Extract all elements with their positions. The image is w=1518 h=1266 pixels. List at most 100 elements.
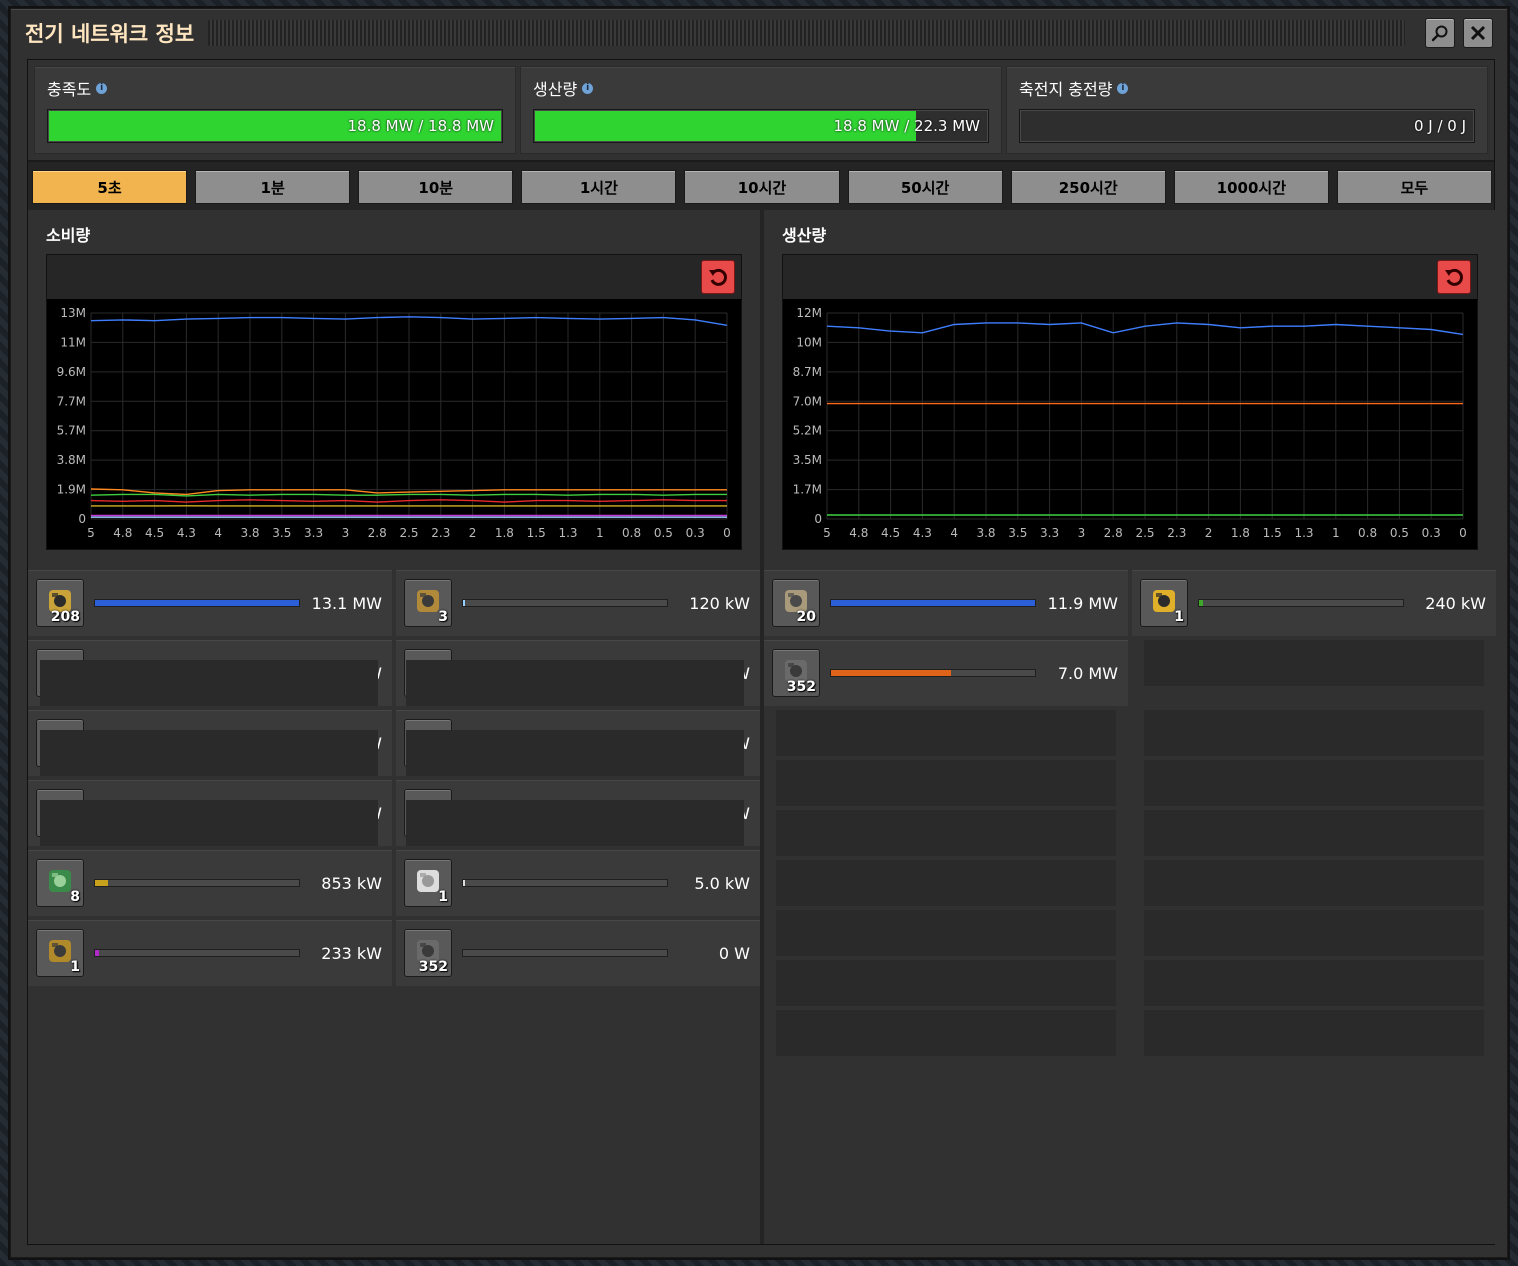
production-plot[interactable]: 5 4.8 4.5 4.3 4 3.8 3.5 3.3 3 2.8 2.5 2.3 2 1.8 1.5 1.3… — [783, 299, 1477, 549]
x-tick-label: 4 — [214, 526, 222, 540]
reset-zoom-button[interactable] — [701, 260, 735, 294]
entity-count: 1 — [1174, 609, 1184, 625]
y-tick-label: 13M — [60, 306, 86, 320]
network-summary: 충족도 i 18.8 MW / 18.8 MW 생산량 i 18.8 MW / 22… — [28, 60, 1494, 162]
y-tick-label: 11M — [60, 335, 86, 349]
y-tick-label: 3.5M — [793, 453, 822, 467]
usage-bar-fill — [95, 880, 109, 886]
entity-count: 3 — [438, 609, 448, 625]
y-tick-label: 3.8M — [57, 453, 86, 467]
info-icon[interactable]: i — [582, 82, 594, 94]
satisfaction-value: 18.8 MW / 18.8 MW — [347, 117, 494, 135]
x-tick-label: 0.3 — [1422, 526, 1441, 540]
drag-handle[interactable] — [208, 20, 1405, 46]
x-tick-label: 1.5 — [527, 526, 546, 540]
reset-icon — [1445, 268, 1463, 286]
list-item[interactable]: 352 7.0 MW — [764, 640, 1128, 706]
tab-time-range[interactable]: 1분 — [195, 170, 351, 204]
usage-bar — [1198, 599, 1404, 607]
x-tick-label: 3 — [342, 526, 350, 540]
tab-time-range[interactable]: 10시간 — [684, 170, 840, 204]
usage-bar-fill — [463, 880, 466, 886]
y-tick-label: 1.9M — [57, 483, 86, 497]
empty-slot — [776, 810, 1116, 856]
reset-icon — [709, 268, 727, 286]
empty-slot — [40, 730, 378, 776]
consumption-title: 소비량 — [46, 226, 91, 245]
empty-slot — [1144, 860, 1484, 906]
plot-background — [783, 299, 1477, 549]
power-value: 5.0 kW — [694, 873, 750, 893]
x-tick-label: 2.3 — [1167, 526, 1186, 540]
list-item[interactable]: 208 13.1 MW — [28, 570, 392, 636]
x-tick-label: 3 — [1078, 526, 1086, 540]
x-tick-label: 0 — [723, 526, 731, 540]
production-label: 생산량 — [533, 80, 578, 99]
x-tick-label: 0.3 — [686, 526, 705, 540]
x-tick-label: 0.5 — [654, 526, 673, 540]
production-panel: 생산량 5 4.8 4.5 4.3 4 3.8 3.5 3.3 3 2.8 2.5 2.3 2 1.8 1.… — [764, 210, 1496, 1244]
power-value: 240 kW — [1425, 593, 1486, 613]
info-icon[interactable]: i — [96, 82, 108, 94]
satisfaction-bar: 18.8 MW / 18.8 MW — [47, 109, 503, 143]
search-button[interactable] — [1425, 18, 1455, 48]
list-item[interactable]: 352 0 W — [396, 920, 760, 986]
power-value: 7.0 MW — [1057, 663, 1118, 683]
x-tick-label: 1.8 — [495, 526, 514, 540]
x-tick-label: 2 — [469, 526, 477, 540]
empty-slot — [776, 860, 1116, 906]
tab-time-range[interactable]: 1000시간 — [1173, 170, 1329, 204]
x-tick-label: 4.8 — [849, 526, 868, 540]
info-icon[interactable]: i — [1117, 82, 1129, 94]
entity-icon-slot: 1 — [1140, 579, 1188, 627]
y-tick-label: 10M — [796, 335, 822, 349]
satisfaction-card: 충족도 i 18.8 MW / 18.8 MW — [34, 66, 516, 154]
title-bar[interactable]: 전기 네트워크 정보 — [11, 9, 1507, 57]
empty-slot — [40, 660, 378, 706]
x-tick-label: 0.8 — [622, 526, 641, 540]
power-value: 0 W — [718, 943, 750, 963]
empty-slot — [1144, 640, 1484, 686]
empty-slots — [28, 640, 390, 870]
search-icon — [1431, 25, 1448, 42]
accumulator-card: 축전지 충전량 i 0 J / 0 J — [1006, 66, 1488, 154]
y-tick-label: 7.0M — [793, 394, 822, 408]
tab-time-range[interactable]: 250시간 — [1010, 170, 1166, 204]
x-tick-label: 1 — [596, 526, 604, 540]
tab-time-range[interactable]: 1시간 — [521, 170, 677, 204]
entity-count: 20 — [796, 609, 816, 625]
usage-bar-fill — [831, 600, 1035, 606]
tab-time-range[interactable]: 5초 — [32, 170, 188, 204]
x-tick-label: 4.5 — [881, 526, 900, 540]
list-item[interactable]: 1 240 kW — [1132, 570, 1496, 636]
empty-slot — [1144, 910, 1484, 956]
reset-zoom-button[interactable] — [1437, 260, 1471, 294]
tab-time-range[interactable]: 50시간 — [847, 170, 1003, 204]
x-tick-label: 2.5 — [1135, 526, 1154, 540]
close-button[interactable] — [1463, 18, 1493, 48]
tab-time-range[interactable]: 모두 — [1336, 170, 1492, 204]
empty-slot — [1144, 710, 1484, 756]
x-tick-label: 3.3 — [1040, 526, 1059, 540]
usage-bar-fill — [463, 600, 466, 606]
empty-slot — [40, 800, 378, 846]
x-tick-label: 5 — [87, 526, 95, 540]
consumption-plot[interactable]: 5 4.8 4.5 4.3 4 3.8 3.5 3.3 3 2.8 2.5 2.3 2 1.8 1.5 1.3… — [47, 299, 741, 549]
list-item[interactable]: 1 233 kW — [28, 920, 392, 986]
usage-bar — [94, 879, 300, 887]
x-tick-label: 2 — [1205, 526, 1213, 540]
electric-network-window: 전기 네트워크 정보 충족도 i 18.8 MW / 18.8 MW 생산량 i… — [10, 8, 1508, 1258]
tab-time-range[interactable]: 10분 — [358, 170, 514, 204]
power-value: 853 kW — [321, 873, 382, 893]
y-tick-label: 1.7M — [793, 483, 822, 497]
list-item[interactable]: 20 11.9 MW — [764, 570, 1128, 636]
empty-slot — [1144, 1010, 1484, 1056]
list-item[interactable]: 3 120 kW — [396, 570, 760, 636]
entity-icon-slot: 1 — [36, 929, 84, 977]
x-tick-label: 2.5 — [399, 526, 418, 540]
empty-slot — [776, 910, 1116, 956]
entity-icon-slot: 3 — [404, 579, 452, 627]
x-tick-label: 0.8 — [1358, 526, 1377, 540]
usage-bar — [94, 949, 300, 957]
y-tick-label: 8.7M — [793, 365, 822, 379]
